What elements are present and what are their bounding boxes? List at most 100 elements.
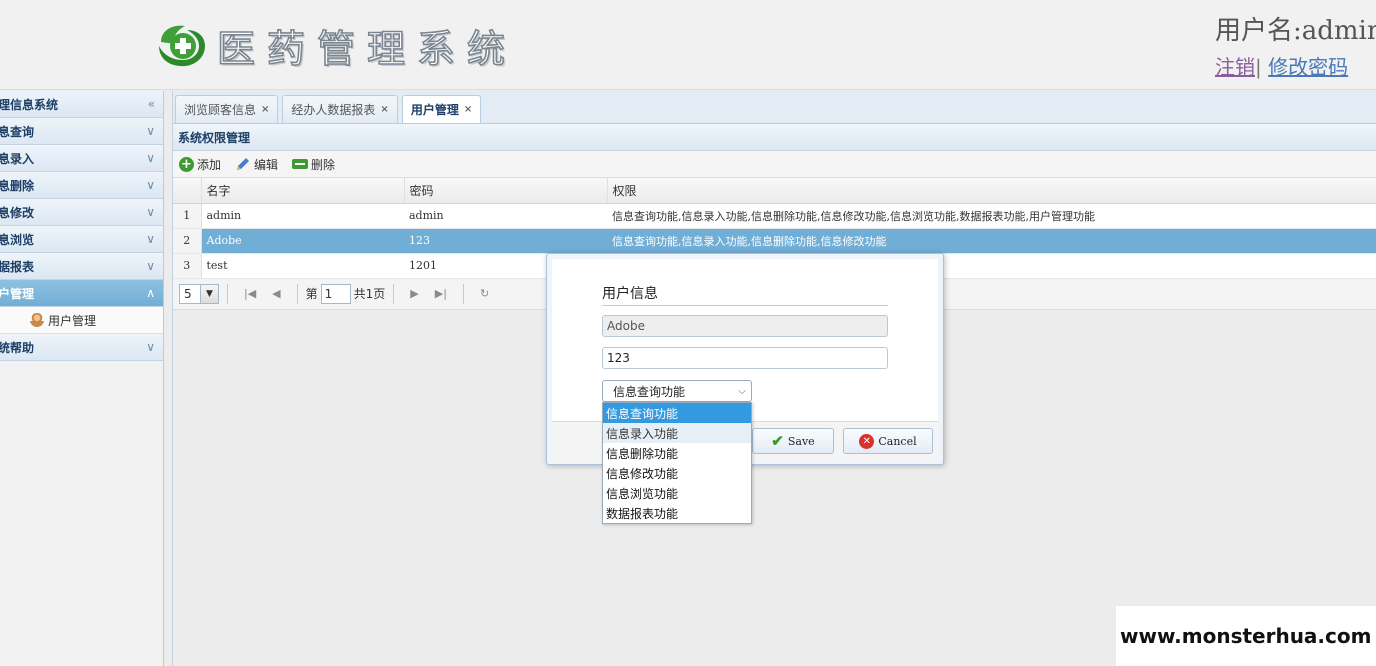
close-icon[interactable]: × — [261, 104, 269, 115]
username-field[interactable] — [602, 315, 888, 337]
chevron-down-icon: ▼ — [200, 284, 218, 303]
collapse-sidebar-icon[interactable]: « — [148, 97, 155, 111]
check-icon: ✔ — [771, 432, 784, 450]
row-number: 1 — [173, 203, 202, 229]
tab-label: 用户管理 — [410, 103, 459, 117]
tab-agent-report[interactable]: 经办人数据报表 × — [282, 95, 398, 123]
chevron-down-icon: ⌵ — [738, 385, 746, 397]
sidebar-title: 管理信息系统 — [0, 97, 59, 112]
dropdown-option-modify[interactable]: 信息修改功能 — [603, 463, 751, 483]
sidebar-item-label: 信息修改 — [0, 205, 35, 220]
dropdown-option-delete[interactable]: 信息删除功能 — [603, 443, 751, 463]
table-header-row: 名字 密码 权限 — [173, 178, 1376, 204]
dropdown-option-browse[interactable]: 信息浏览功能 — [603, 483, 751, 503]
pager-separator — [462, 283, 464, 304]
column-header-permissions[interactable]: 权限 — [607, 178, 1376, 204]
sidebar-item-reports[interactable]: 数据报表 ∨ — [0, 253, 163, 280]
sidebar-item-help[interactable]: 系统帮助 ∨ — [0, 334, 163, 361]
page-size-select[interactable]: 5 ▼ — [179, 283, 219, 304]
password-field[interactable] — [602, 347, 888, 369]
prev-page-icon[interactable]: ◀ — [272, 287, 280, 300]
add-button[interactable]: + 添加 — [179, 156, 221, 173]
sidebar-item-label: 数据报表 — [0, 259, 35, 274]
cancel-label: Cancel — [878, 434, 917, 448]
dropdown-option-query[interactable]: 信息查询功能 — [603, 403, 751, 423]
next-page-icon[interactable]: ▶ — [410, 287, 418, 300]
page-size-value: 5 — [184, 286, 192, 301]
panel-title: 系统权限管理 — [173, 124, 1376, 151]
table-row[interactable]: 1 admin admin 信息查询功能,信息录入功能,信息删除功能,信息修改功… — [173, 203, 1376, 229]
delete-label: 删除 — [311, 157, 336, 172]
first-page-icon[interactable]: |◀ — [244, 287, 256, 300]
tab-bar: 浏览顾客信息 × 经办人数据报表 × 用户管理 × — [173, 91, 1376, 124]
sidebar: 管理信息系统 « 信息查询 ∨ 信息录入 ∨ 信息删除 ∨ 信息修改 ∨ 信息浏… — [0, 91, 164, 666]
cancel-icon: ✕ — [859, 433, 875, 449]
dropdown-option-reports[interactable]: 数据报表功能 — [603, 503, 751, 523]
sidebar-item-browse[interactable]: 信息浏览 ∨ — [0, 226, 163, 253]
table-row-selected[interactable]: 2 Adobe 123 信息查询功能,信息录入功能,信息删除功能,信息修改功能 — [173, 228, 1376, 254]
tab-user-management[interactable]: 用户管理 × — [401, 95, 482, 123]
sidebar-item-entry[interactable]: 信息录入 ∨ — [0, 145, 163, 172]
save-button[interactable]: ✔ Save — [752, 428, 834, 454]
row-number-header — [173, 178, 202, 204]
sidebar-item-label: 信息查询 — [0, 124, 35, 139]
link-separator: | — [1255, 55, 1262, 79]
add-icon: + — [179, 156, 194, 172]
tab-browse-customers[interactable]: 浏览顾客信息 × — [175, 95, 279, 123]
dropdown-option-entry[interactable]: 信息录入功能 — [603, 423, 751, 443]
chevron-down-icon: ∨ — [146, 340, 155, 354]
chevron-up-icon: ∧ — [146, 286, 155, 300]
user-links: 注销| 修改密码 — [1215, 51, 1348, 80]
chevron-down-icon: ∨ — [146, 259, 155, 273]
permission-dropdown-list: 信息查询功能 信息录入功能 信息删除功能 信息修改功能 信息浏览功能 数据报表功… — [602, 402, 752, 524]
close-icon[interactable]: × — [380, 104, 388, 115]
app-title: 医药管理系统 — [216, 26, 518, 72]
cell-name: test — [201, 253, 404, 279]
chevron-down-icon: ∨ — [146, 232, 155, 246]
sidebar-item-user-management[interactable]: 用户管理 ∧ — [0, 280, 163, 307]
cell-name: Adobe — [201, 228, 404, 254]
close-icon[interactable]: × — [464, 104, 472, 115]
sidebar-item-delete[interactable]: 信息删除 ∨ — [0, 172, 163, 199]
last-page-icon[interactable]: ▶| — [435, 287, 447, 300]
sidebar-subitem-label: 用户管理 — [48, 313, 97, 328]
cell-password: admin — [404, 203, 607, 229]
edit-button[interactable]: 编辑 — [235, 156, 278, 173]
cancel-button[interactable]: ✕ Cancel — [843, 428, 933, 454]
delete-button[interactable]: 删除 — [292, 156, 335, 173]
sidebar-subitem-user-management[interactable]: 用户管理 — [0, 307, 163, 334]
cell-name: admin — [201, 203, 404, 229]
chevron-down-icon: ∨ — [146, 151, 155, 165]
permission-selected-value: 信息查询功能 — [613, 384, 686, 399]
watermark: www.monsterhua.com — [1116, 606, 1376, 666]
add-label: 添加 — [197, 157, 222, 172]
permission-select[interactable]: 信息查询功能 ⌵ — [602, 380, 752, 402]
chevron-down-icon: ∨ — [146, 124, 155, 138]
page-number-input[interactable]: 1 — [320, 283, 351, 304]
current-user-label: 用户名:admin — [1215, 16, 1376, 46]
page-prefix: 第 — [305, 287, 318, 301]
column-header-password[interactable]: 密码 — [404, 178, 608, 204]
tab-label: 经办人数据报表 — [291, 103, 376, 117]
change-password-link[interactable]: 修改密码 — [1268, 55, 1348, 79]
row-number: 2 — [173, 228, 202, 254]
cell-permissions: 信息查询功能,信息录入功能,信息删除功能,信息修改功能 — [607, 228, 1376, 254]
total-pages: 共1页 — [353, 287, 386, 301]
sidebar-item-query[interactable]: 信息查询 ∨ — [0, 118, 163, 145]
sidebar-item-label: 信息删除 — [0, 178, 35, 193]
sidebar-header[interactable]: 管理信息系统 « — [0, 91, 163, 118]
refresh-icon[interactable]: ↻ — [480, 287, 489, 300]
column-header-name[interactable]: 名字 — [201, 178, 405, 204]
pager-separator — [393, 283, 395, 304]
app-header: 医药管理系统 用户名:admin 注销| 修改密码 — [0, 0, 1376, 90]
user-icon — [30, 313, 44, 327]
medical-cross-icon — [159, 25, 205, 67]
chevron-down-icon: ∨ — [146, 178, 155, 192]
pager-separator — [227, 283, 228, 304]
app-logo: 医药管理系统 — [155, 18, 517, 72]
logout-link[interactable]: 注销 — [1215, 55, 1255, 79]
pencil-icon — [237, 158, 250, 170]
pager-separator — [296, 283, 298, 304]
cell-permissions: 信息查询功能,信息录入功能,信息删除功能,信息修改功能,信息浏览功能,数据报表功… — [607, 203, 1376, 229]
sidebar-item-modify[interactable]: 信息修改 ∨ — [0, 199, 163, 226]
